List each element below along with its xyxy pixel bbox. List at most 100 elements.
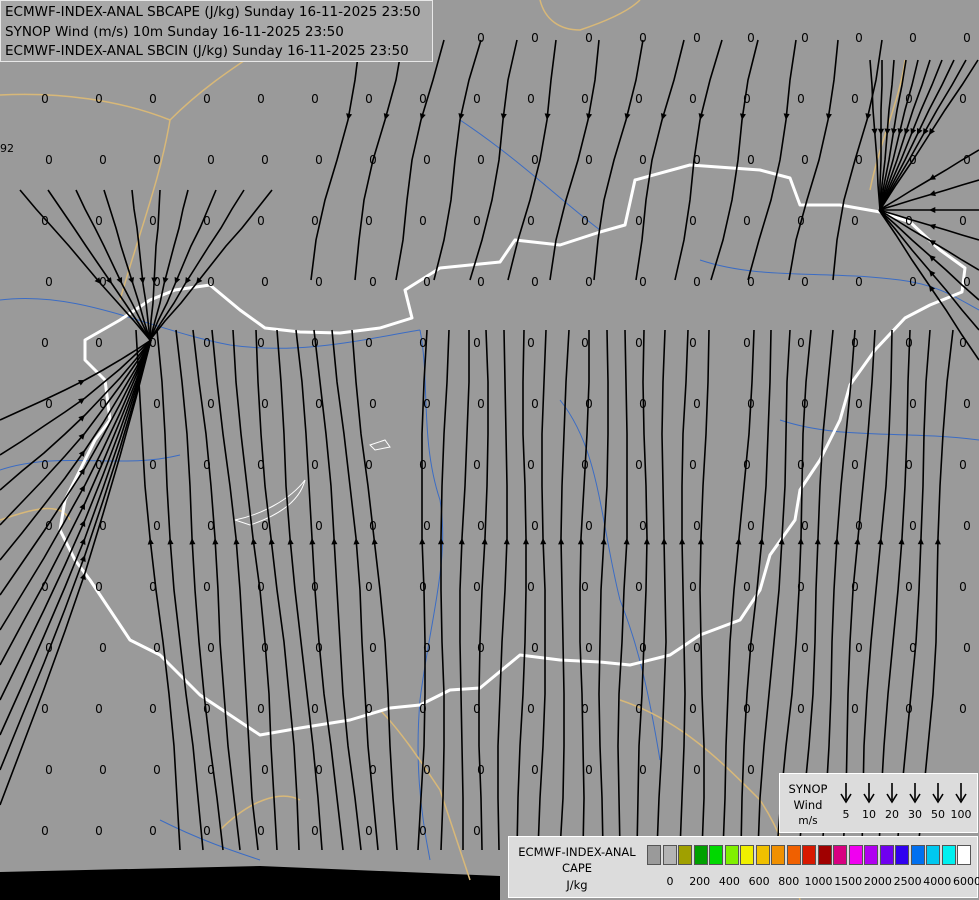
cape-legend-title-2: CAPE [561,861,593,875]
wind-legend-speed-20: 20 [880,782,904,821]
cape-value: 0 [95,214,103,228]
cape-value: 0 [905,702,913,716]
cape-value: 0 [693,519,701,533]
cape-value: 0 [153,519,161,533]
cape-swatch [662,845,677,865]
down-arrow-icon [909,783,921,804]
cape-swatch [864,845,878,865]
cape-swatch [833,845,847,865]
cape-tick-label: 4000 [923,875,952,888]
cape-value: 0 [527,458,535,472]
cape-value: 0 [959,214,967,228]
cape-value: 0 [743,702,751,716]
cape-value: 0 [257,824,265,838]
cape-value: 0 [747,153,755,167]
wind-legend: SYNOP Wind m/s 5 10 20 30 50 100 [779,773,978,833]
cape-tick-label: 2000 [863,875,892,888]
down-arrow-icon [955,783,967,804]
cape-value: 0 [311,336,319,350]
cape-value: 0 [531,153,539,167]
cape-value: 0 [693,275,701,289]
cape-value: 0 [581,336,589,350]
cape-value: 0 [905,580,913,594]
cape-value: 0 [797,702,805,716]
cape-value: 0 [905,458,913,472]
cape-value: 0 [639,31,647,45]
cape-value: 0 [41,336,49,350]
cape-value: 0 [639,275,647,289]
cape-value: 0 [639,519,647,533]
cape-tick-label: 600 [748,875,770,888]
cape-value: 0 [315,763,323,777]
cape-value: 0 [963,519,971,533]
cape-legend: ECMWF-INDEX-ANAL CAPE J/kg 0 200 400 600 800… [508,836,979,898]
cape-swatch [724,845,739,865]
cape-value: 0 [149,458,157,472]
cape-value: 0 [527,92,535,106]
cape-value: 0 [41,824,49,838]
cape-value: 0 [261,275,269,289]
cape-value: 0 [365,824,373,838]
cape-tick-label: 6000 [953,875,979,888]
cape-tick-label: 1000 [804,875,833,888]
cape-value: 0 [257,92,265,106]
cape-value: 0 [99,763,107,777]
cape-value: 0 [315,641,323,655]
cape-value: 0 [851,336,859,350]
cape-swatch [709,845,723,865]
wind-legend-title-2: Wind [793,798,823,812]
cape-value: 0 [635,214,643,228]
cape-value: 0 [797,214,805,228]
cape-value: 0 [365,336,373,350]
cape-swatch [647,845,661,865]
cape-value: 0 [639,763,647,777]
cape-value: 0 [261,641,269,655]
cape-value: 0 [365,458,373,472]
cape-value: 0 [473,458,481,472]
wind-legend-speed-50: 50 [926,782,950,821]
cape-value: 0 [747,641,755,655]
cape-value: 0 [369,397,377,411]
cape-value: 0 [369,153,377,167]
cape-value: 0 [851,458,859,472]
down-arrow-icon [886,783,898,804]
cape-value: 0 [153,397,161,411]
cape-value: 0 [797,92,805,106]
cape-value: 0 [365,214,373,228]
cape-value: 0 [689,458,697,472]
cape-value: 0 [743,458,751,472]
cape-value: 0 [207,763,215,777]
wind-legend-speed-5: 5 [834,782,858,821]
wind-legend-title-1: SYNOP [788,782,828,796]
wind-legend-speed-label: 100 [950,808,972,821]
cape-value: 0 [743,580,751,594]
cape-swatch [879,845,894,865]
cape-swatch [802,845,816,865]
cape-value: 0 [801,519,809,533]
cape-value: 0 [743,336,751,350]
cape-swatch [926,845,940,865]
cape-value: 0 [963,275,971,289]
cape-value: 0 [581,580,589,594]
cape-value: 0 [149,214,157,228]
cape-value: 0 [747,397,755,411]
cape-value: 0 [477,31,485,45]
cape-value: 0 [149,580,157,594]
cape-value: 0 [905,92,913,106]
cape-value: 0 [527,214,535,228]
cape-value: 0 [95,824,103,838]
cape-value: 0 [531,275,539,289]
cape-value: 0 [311,580,319,594]
cape-value: 0 [585,763,593,777]
cape-value: 0 [909,31,917,45]
cape-value: 0 [585,397,593,411]
cape-value: 0 [311,824,319,838]
cape-value: 0 [369,763,377,777]
cape-value: 0 [257,580,265,594]
cape-value: 0 [581,702,589,716]
cape-value: 0 [99,153,107,167]
cape-value: 0 [473,702,481,716]
cape-value: 0 [153,641,161,655]
cape-value: 0 [855,519,863,533]
cape-swatch [941,845,956,865]
